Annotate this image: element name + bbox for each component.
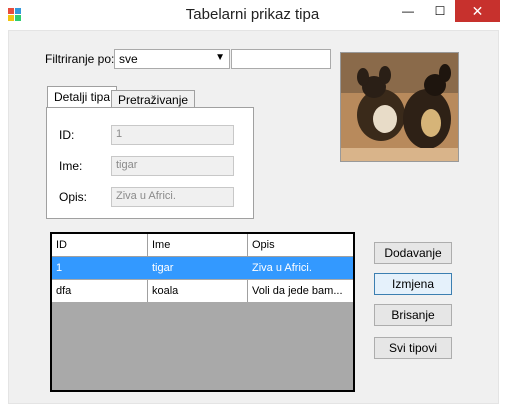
- id-field[interactable]: 1: [111, 125, 234, 145]
- chevron-down-icon[interactable]: ▼: [215, 52, 225, 63]
- ime-label: Ime:: [59, 159, 83, 173]
- filter-search-input[interactable]: [231, 49, 331, 69]
- cell-opis[interactable]: Ziva u Africi.: [248, 257, 353, 279]
- table-row[interactable]: 1 tigar Ziva u Africi.: [52, 257, 353, 279]
- filter-combo[interactable]: sve ▼: [114, 49, 230, 69]
- main-window: Tabelarni prikaz tipa — ☐ ✕ Filtriranje …: [0, 0, 505, 409]
- minimize-button[interactable]: —: [393, 0, 423, 22]
- cell-ime[interactable]: koala: [148, 280, 248, 302]
- form-client-area: Filtriranje po: sve ▼ Detalji tipa Pretr…: [8, 30, 499, 404]
- grid-header-row: ID Ime Opis: [52, 234, 353, 257]
- ime-field[interactable]: tigar: [111, 156, 234, 176]
- close-icon: ✕: [471, 3, 484, 19]
- maximize-icon: ☐: [434, 4, 446, 18]
- izmjena-button[interactable]: Izmjena: [374, 273, 452, 295]
- brisanje-button[interactable]: Brisanje: [374, 304, 452, 326]
- minimize-icon: —: [402, 4, 414, 18]
- close-button[interactable]: ✕: [455, 0, 500, 22]
- opis-field[interactable]: Ziva u Africi.: [111, 187, 234, 207]
- column-header-id[interactable]: ID: [52, 234, 148, 256]
- type-image: [340, 52, 459, 162]
- cell-id[interactable]: 1: [52, 257, 148, 279]
- title-bar[interactable]: Tabelarni prikaz tipa — ☐ ✕: [0, 0, 505, 30]
- column-header-opis[interactable]: Opis: [248, 234, 353, 256]
- filter-combo-value: sve: [119, 52, 138, 66]
- animal-photo: [341, 53, 458, 161]
- opis-label: Opis:: [59, 190, 88, 204]
- details-tab-panel: ID: 1 Ime: tigar Opis: Ziva u Africi.: [46, 107, 254, 219]
- column-header-ime[interactable]: Ime: [148, 234, 248, 256]
- cell-opis[interactable]: Voli da jede bam...: [248, 280, 353, 302]
- id-label: ID:: [59, 128, 75, 142]
- svi-tipovi-button[interactable]: Svi tipovi: [374, 337, 452, 359]
- cell-id[interactable]: dfa: [52, 280, 148, 302]
- table-row[interactable]: dfa koala Voli da jede bam...: [52, 280, 353, 302]
- cell-ime[interactable]: tigar: [148, 257, 248, 279]
- maximize-button[interactable]: ☐: [425, 0, 455, 22]
- filter-label: Filtriranje po:: [45, 52, 115, 66]
- types-data-grid[interactable]: ID Ime Opis 1 tigar Ziva u Africi. dfa k…: [50, 232, 355, 392]
- dodavanje-button[interactable]: Dodavanje: [374, 242, 452, 264]
